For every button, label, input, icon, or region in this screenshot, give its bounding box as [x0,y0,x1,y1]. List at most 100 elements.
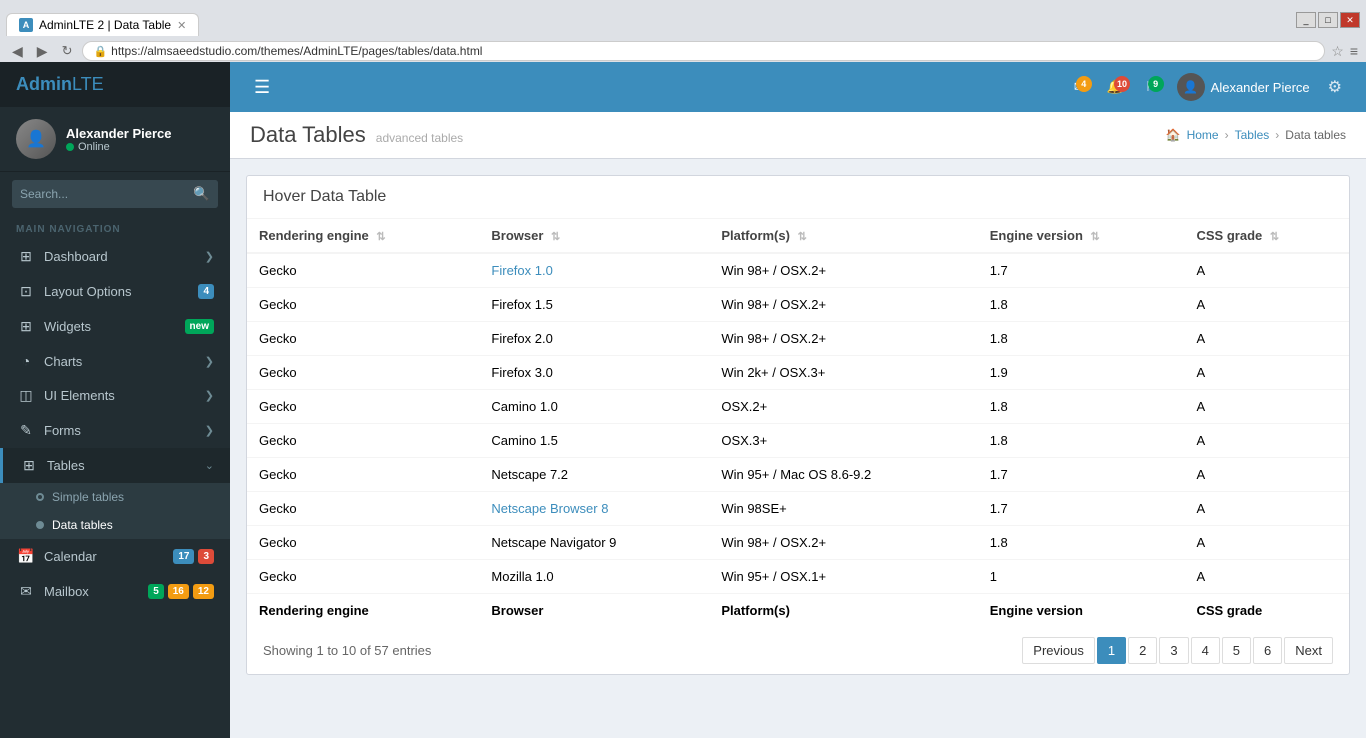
layout-options-badge: 4 [198,284,214,299]
mailbox-badge-3: 12 [193,584,214,599]
cell-browser: Netscape Navigator 9 [479,526,709,560]
cell-platform: Win 2k+ / OSX.3+ [709,356,977,390]
sidebar: AdminLTE 👤 Alexander Pierce Online 🔍 MAI… [0,62,230,738]
pagination-page-4[interactable]: 4 [1191,637,1220,664]
foot-col-rendering-engine: Rendering engine [247,594,479,628]
table-row: GeckoFirefox 1.5Win 98+ / OSX.2+1.8A [247,288,1349,322]
browser-tab[interactable]: A AdminLTE 2 | Data Table ✕ [6,13,199,36]
topbar-flags-button[interactable]: ⚑ 9 [1135,73,1167,101]
sidebar-subitem-label: Simple tables [52,490,124,504]
topbar-notifications-button[interactable]: 🔔 10 [1097,73,1133,101]
widgets-icon: ⊞ [16,318,36,335]
sidebar-search-box: 🔍 [0,172,230,216]
foot-col-browser: Browser [479,594,709,628]
col-rendering-engine[interactable]: Rendering engine ⇅ [247,219,479,253]
sidebar-item-dashboard[interactable]: ⊞ Dashboard ❯ [0,239,230,274]
data-table: Rendering engine ⇅ Browser ⇅ Platform(s)… [247,219,1349,627]
cell-browser[interactable]: Netscape Browser 8 [479,492,709,526]
cell-browser: Netscape 7.2 [479,458,709,492]
sidebar-item-tables[interactable]: ⊞ Tables ⌄ [0,448,230,483]
breadcrumb-separator: › [1225,128,1229,142]
charts-icon: ◔ [16,353,36,369]
pagination-previous-button[interactable]: Previous [1022,637,1095,664]
cell-platform: Win 95+ / OSX.1+ [709,560,977,594]
cell-rendering-engine: Gecko [247,390,479,424]
tab-favicon: A [19,18,33,32]
sidebar-item-mailbox[interactable]: ✉ Mailbox 5 16 12 [0,574,230,609]
back-button[interactable]: ◀ [8,41,27,62]
bookmark-star-icon[interactable]: ☆ [1331,43,1344,60]
cell-browser: Firefox 2.0 [479,322,709,356]
tab-close-button[interactable]: ✕ [177,19,186,32]
col-engine-version[interactable]: Engine version ⇅ [978,219,1185,253]
table-row: GeckoNetscape Navigator 9Win 98+ / OSX.2… [247,526,1349,560]
url-bar[interactable]: 🔒 https://almsaeedstudio.com/themes/Admi… [82,41,1325,61]
pagination-next-button[interactable]: Next [1284,637,1333,664]
sub-dot-icon [36,493,44,501]
col-browser[interactable]: Browser ⇅ [479,219,709,253]
pagination-page-1[interactable]: 1 [1097,637,1126,664]
topbar-mail-button[interactable]: ✉ 4 [1064,73,1095,101]
minimize-button[interactable]: _ [1296,12,1316,28]
sidebar-item-forms[interactable]: ✎ Forms ❯ [0,413,230,448]
cell-browser[interactable]: Firefox 1.0 [479,253,709,288]
cell-rendering-engine: Gecko [247,356,479,390]
ssl-lock-icon: 🔒 [93,45,107,58]
cell-browser: Firefox 3.0 [479,356,709,390]
flag-badge: 9 [1148,76,1164,92]
breadcrumb-tables[interactable]: Tables [1235,128,1270,142]
browser-link[interactable]: Netscape Browser 8 [491,501,608,516]
pagination-page-3[interactable]: 3 [1159,637,1188,664]
sidebar-item-widgets[interactable]: ⊞ Widgets new [0,309,230,344]
cell-rendering-engine: Gecko [247,560,479,594]
cell-css-grade: A [1185,424,1350,458]
tables-submenu: Simple tables Data tables [0,483,230,539]
table-footer: Showing 1 to 10 of 57 entries Previous 1… [247,627,1349,674]
pagination-page-5[interactable]: 5 [1222,637,1251,664]
sidebar-toggle-button[interactable]: ☰ [246,73,278,102]
pagination-page-2[interactable]: 2 [1128,637,1157,664]
widgets-badge: new [185,319,214,334]
table-header-row: Rendering engine ⇅ Browser ⇅ Platform(s)… [247,219,1349,253]
table-row: GeckoFirefox 2.0Win 98+ / OSX.2+1.8A [247,322,1349,356]
cell-platform: Win 98SE+ [709,492,977,526]
content-header: Data Tables advanced tables 🏠 Home › Tab… [230,112,1366,159]
sidebar-item-calendar[interactable]: 📅 Calendar 17 3 [0,539,230,574]
col-platform[interactable]: Platform(s) ⇅ [709,219,977,253]
topbar-user-menu[interactable]: 👤 Alexander Pierce [1169,73,1318,101]
breadcrumb-separator: › [1275,128,1279,142]
sidebar-item-data-tables[interactable]: Data tables [0,511,230,539]
settings-gear-icon[interactable]: ⚙ [1320,77,1350,97]
cell-rendering-engine: Gecko [247,458,479,492]
breadcrumb-home[interactable]: Home [1187,128,1219,142]
sidebar-item-layout-options[interactable]: ⊡ Layout Options 4 [0,274,230,309]
topbar-user-name: Alexander Pierce [1211,80,1310,95]
search-button[interactable]: 🔍 [183,180,218,208]
reload-button[interactable]: ↻ [58,41,77,61]
topbar-icons: ✉ 4 🔔 10 ⚑ 9 👤 Alexander Pierce [1064,73,1350,101]
main-content: Data Tables advanced tables 🏠 Home › Tab… [230,112,1366,738]
sidebar-item-label: Widgets [44,319,185,334]
search-input[interactable] [12,180,183,208]
foot-col-engine-version: Engine version [978,594,1185,628]
calendar-badge-1: 17 [173,549,194,564]
forward-button[interactable]: ▶ [33,41,52,62]
col-css-grade[interactable]: CSS grade ⇅ [1185,219,1350,253]
foot-col-platform: Platform(s) [709,594,977,628]
window-controls: _ □ ✕ [1296,12,1360,28]
bell-badge: 10 [1114,76,1130,92]
layout-options-icon: ⊡ [16,283,36,300]
sidebar-item-label: Charts [44,354,205,369]
sidebar-item-ui-elements[interactable]: ◫ UI Elements ❯ [0,378,230,413]
browser-link[interactable]: Firefox 1.0 [491,263,552,278]
tab-title: AdminLTE 2 | Data Table [39,18,171,32]
calendar-badge-2: 3 [198,549,214,564]
maximize-button[interactable]: □ [1318,12,1338,28]
pagination-page-6[interactable]: 6 [1253,637,1282,664]
sidebar-item-simple-tables[interactable]: Simple tables [0,483,230,511]
pagination: Previous 1 2 3 4 5 6 Next [1022,637,1333,664]
close-button[interactable]: ✕ [1340,12,1360,28]
browser-menu-icon[interactable]: ≡ [1350,43,1358,59]
cell-browser: Firefox 1.5 [479,288,709,322]
sidebar-item-charts[interactable]: ◔ Charts ❯ [0,344,230,378]
